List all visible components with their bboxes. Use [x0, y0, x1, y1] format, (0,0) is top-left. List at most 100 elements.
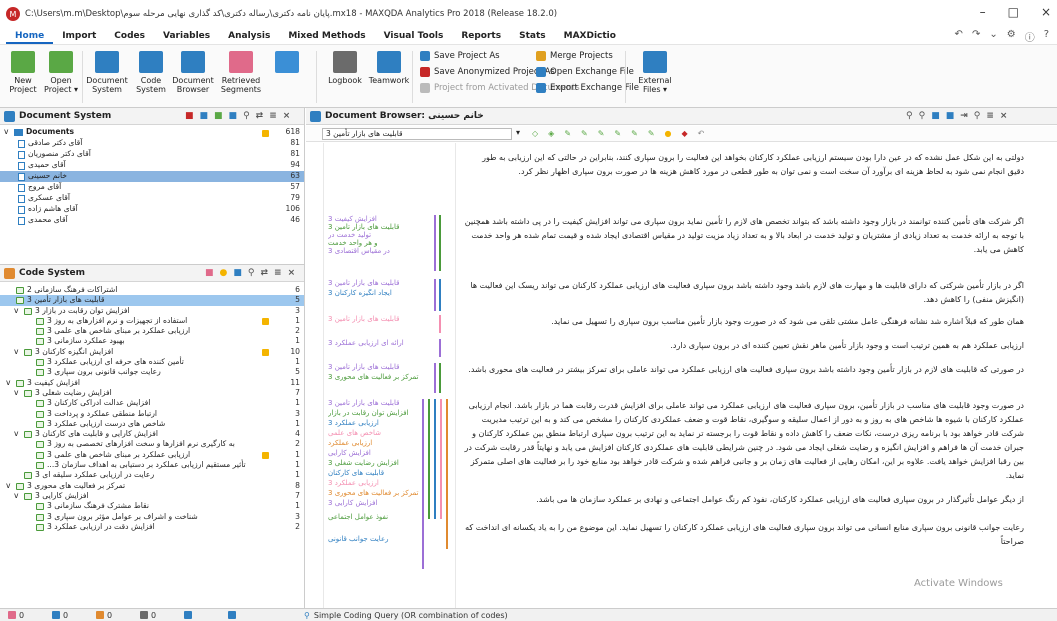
toolbar-icon-2[interactable]: ■: [200, 111, 209, 121]
highlight-icon[interactable]: ✎: [598, 129, 605, 138]
menu-tab-7[interactable]: Reports: [452, 28, 510, 44]
ribbon-small-button-4[interactable]: Open Exchange File: [536, 67, 634, 77]
code-item[interactable]: v افزایش توان رقابت در بازار 3 3: [0, 306, 304, 316]
coding-stripe-label[interactable]: افزایش کیفیت 3: [328, 215, 420, 223]
quick-tool-icon-2[interactable]: ⌄: [989, 29, 997, 44]
search-icon[interactable]: ⚲: [243, 111, 250, 121]
coding-stripe-label[interactable]: تولید خدمت در: [328, 231, 420, 239]
coding-stripe[interactable]: [446, 399, 448, 549]
code-icon[interactable]: ◇: [532, 129, 538, 138]
menu-tab-0[interactable]: Home: [6, 28, 54, 44]
code-item[interactable]: ارتباط منطقی عملکرد و پرداخت 3 3: [0, 409, 304, 419]
coding-stripe-label[interactable]: قابلیت های بازار تأمین 3: [328, 363, 420, 371]
code-item[interactable]: v تمرکز بر فعالیت های محوری 3 8: [0, 481, 304, 491]
document-item[interactable]: آقای دکتر منصوریان 81: [0, 149, 304, 160]
menu-tab-6[interactable]: Visual Tools: [375, 28, 453, 44]
coding-stripe[interactable]: [434, 399, 436, 519]
code-item[interactable]: اشتراکات فرهنگ سازمانی 2 6: [0, 285, 304, 295]
code-item[interactable]: شاخص های درست ارزیابی عملکرد 3 1: [0, 419, 304, 429]
coding-stripe-label[interactable]: تمرکز بر فعالیت های محوری 3: [328, 489, 420, 497]
ribbon-button-1[interactable]: Open Project ▾: [40, 51, 82, 94]
menu-tab-9[interactable]: MAXDictio: [555, 28, 625, 44]
status-query[interactable]: ⚲ Simple Coding Query (OR combination of …: [304, 611, 508, 620]
status-item-3[interactable]: 0: [140, 611, 176, 620]
menu-tab-4[interactable]: Analysis: [219, 28, 279, 44]
ribbon-button-9[interactable]: External Files ▾: [634, 51, 676, 94]
coding-stripe-label[interactable]: شاخص های علمی: [328, 429, 420, 437]
ribbon-button-0[interactable]: New Project: [2, 51, 44, 94]
ribbon-button-6[interactable]: [266, 51, 308, 76]
coding-stripe-label[interactable]: رعایت جوانب قانونی: [328, 535, 420, 543]
edit-icon[interactable]: ■: [931, 111, 940, 121]
coding-stripe-label[interactable]: تمرکز بر فعالیت های محوری 3: [328, 373, 420, 381]
zoom-icon[interactable]: ⚲: [919, 111, 926, 121]
document-item[interactable]: آقای عسکری 79: [0, 193, 304, 204]
coding-stripe-label[interactable]: قابلیت های کارکنان: [328, 469, 420, 477]
coding-stripe-label[interactable]: افزایش رضایت شغلی 3: [328, 459, 420, 467]
code-item[interactable]: تأمین کننده های حرفه ای ارزیابی عملکرد 3…: [0, 357, 304, 367]
highlight-icon[interactable]: ✎: [631, 129, 638, 138]
quick-tool-icon-4[interactable]: ⓘ: [1025, 29, 1035, 44]
export-icon[interactable]: ⇥: [960, 111, 968, 121]
paragraph-text[interactable]: در صورتی که قابلیت های لازم در بازار تأم…: [464, 363, 1024, 393]
menu-tab-5[interactable]: Mixed Methods: [279, 28, 374, 44]
code-item[interactable]: استفاده از تجهیزات و نرم افزارهای به روز…: [0, 316, 304, 326]
coding-stripe-label[interactable]: ارائه ای ارزیابی عملکرد 3: [328, 339, 420, 347]
code-item[interactable]: نقاط مشترک فرهنگ سازمانی 3 1: [0, 501, 304, 511]
code-item[interactable]: ارزیابی عملکرد بر مبنای شاخص های علمی 3 2: [0, 326, 304, 336]
code-item[interactable]: تأثیر مستقیم ارزیابی عملکرد بر دستیابی ب…: [0, 460, 304, 470]
code-item[interactable]: v افزایش رضایت شغلی 3 7: [0, 388, 304, 398]
document-item[interactable]: آقای هاشم زاده 106: [0, 204, 304, 215]
paragraph-text[interactable]: همان طور که قبلاً اشاره شد نشانه فرهنگی …: [464, 315, 1024, 333]
coding-stripe-label[interactable]: ارزیابی عملکرد 3: [328, 419, 420, 427]
coding-stripe-label[interactable]: نفوذ عوامل اجتماعی: [328, 513, 420, 521]
quick-tool-icon-1[interactable]: ↷: [972, 29, 980, 44]
paragraph-text[interactable]: اگر در بازار تأمین شرکتی که دارای قابلیت…: [464, 279, 1024, 309]
coding-stripe-label[interactable]: افزایش کارایی 3: [328, 499, 420, 507]
code-item[interactable]: ارزیابی عملکرد بر مبنای شاخص های علمی 3 1: [0, 450, 304, 460]
ribbon-button-8[interactable]: Teamwork: [368, 51, 410, 85]
code-item[interactable]: v افزایش کارایی 3 7: [0, 491, 304, 501]
coding-stripe-label[interactable]: افزایش توان رقابت در بازار: [328, 409, 420, 417]
expand-arrow-icon[interactable]: v: [14, 306, 19, 316]
search-icon[interactable]: ⚲: [974, 111, 981, 121]
coding-stripe[interactable]: [439, 279, 441, 311]
menu-tab-8[interactable]: Stats: [510, 28, 555, 44]
print-icon[interactable]: ■: [946, 111, 955, 121]
coding-stripe-label[interactable]: افزایش کارایی: [328, 449, 420, 457]
coding-stripe-label[interactable]: قابلیت های بازار تأمین 3: [328, 223, 420, 231]
document-item[interactable]: آقای محمدی 46: [0, 215, 304, 226]
ribbon-small-button-3[interactable]: Merge Projects: [536, 51, 613, 61]
ribbon-button-5[interactable]: Retrieved Segments: [220, 51, 262, 94]
ribbon-button-3[interactable]: Code System: [130, 51, 172, 94]
expand-arrow-icon[interactable]: v: [14, 429, 19, 439]
code-item[interactable]: افزایش دقت در ارزیابی عملکرد 3 2: [0, 522, 304, 532]
coding-stripe-label[interactable]: قابلیت های بازار تأمین 3: [328, 279, 420, 287]
ribbon-button-4[interactable]: Document Browser: [172, 51, 214, 94]
code-favorites-icon[interactable]: ●: [220, 268, 228, 278]
in-vivo-icon[interactable]: ◈: [548, 129, 554, 138]
coding-stripe-label[interactable]: ایجاد انگیزه کارکنان 3: [328, 289, 420, 297]
status-item-5[interactable]: [228, 611, 264, 619]
code-matrix-icon[interactable]: ■: [233, 268, 242, 278]
code-item[interactable]: v افزایش انگیزه کارکنان 3 10: [0, 347, 304, 357]
close-pane-icon[interactable]: ×: [283, 111, 291, 121]
code-item[interactable]: v افزایش کارایی و قابلیت های کارکنان 3 4: [0, 429, 304, 439]
code-item[interactable]: افزایش عدالت ادراکی کارکنان 3 1: [0, 398, 304, 408]
coding-stripe[interactable]: [428, 399, 430, 519]
document-text-area[interactable]: دولتی به این شکل عمل نشده که در عین دارا…: [456, 143, 1052, 608]
restore-icon[interactable]: ≡: [274, 268, 282, 278]
menu-tab-1[interactable]: Import: [53, 28, 105, 44]
document-item[interactable]: آقای دکتر صادقی 81: [0, 138, 304, 149]
coding-stripe-label[interactable]: در مقیاس اقتصادی 3: [328, 247, 420, 255]
highlight-icon[interactable]: ✎: [581, 129, 588, 138]
code-item[interactable]: به کارگیری نرم افزارها و سخت افزارهای تخ…: [0, 439, 304, 449]
paragraph-text[interactable]: دولتی به این شکل عمل نشده که در عین دارا…: [464, 151, 1024, 191]
coding-stripe-label[interactable]: ارزیابی عملکرد 3: [328, 479, 420, 487]
coding-stripe[interactable]: [434, 363, 436, 393]
symbol-icon[interactable]: ◆: [682, 129, 688, 138]
quick-tool-icon-0[interactable]: ↶: [955, 29, 963, 44]
coding-stripe[interactable]: [439, 363, 441, 393]
ribbon-small-button-0[interactable]: Save Project As: [420, 51, 500, 61]
code-item[interactable]: v افزایش کیفیت 3 11: [0, 378, 304, 388]
